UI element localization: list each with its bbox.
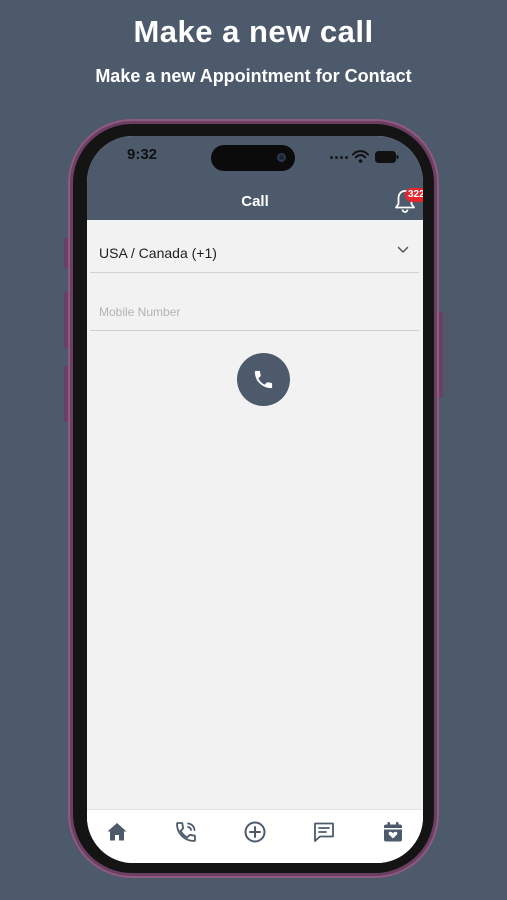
phone-call-icon	[176, 822, 196, 842]
tab-messages[interactable]	[309, 818, 339, 846]
status-time: 9:32	[127, 146, 158, 163]
country-code-value: USA / Canada (+1)	[99, 245, 217, 261]
tab-home[interactable]	[102, 818, 132, 846]
bottom-tab-bar	[87, 809, 423, 863]
dynamic-island	[211, 145, 295, 171]
promo-subheadline: Make a new Appointment for Contact	[95, 66, 412, 86]
chevron-down-icon	[397, 246, 409, 253]
tab-add[interactable]	[240, 818, 270, 846]
tab-appointments[interactable]	[378, 818, 408, 846]
camera-icon	[277, 153, 286, 162]
wifi-icon	[352, 150, 369, 163]
call-button[interactable]	[237, 353, 290, 406]
phone-screen: 9:32 Call 322 USA / Canada (+1) Mobile N…	[87, 136, 423, 863]
phone-side-button	[64, 238, 68, 268]
page-title: Call	[241, 193, 269, 210]
notification-badge: 322	[405, 188, 423, 202]
promo-headline: Make a new call	[133, 14, 374, 49]
phone-icon	[254, 370, 273, 389]
country-code-select[interactable]: USA / Canada (+1)	[90, 232, 419, 273]
promo-page: Make a new call Make a new Appointment f…	[0, 0, 507, 900]
phone-power-button	[439, 312, 443, 398]
add-circle-icon	[244, 821, 266, 843]
phone-volume-up-button	[64, 292, 68, 348]
tab-calls[interactable]	[171, 818, 201, 846]
message-icon	[314, 822, 334, 842]
calendar-heart-icon	[384, 822, 402, 842]
mobile-number-field	[90, 294, 419, 331]
status-icons	[330, 150, 400, 164]
home-icon	[107, 823, 127, 841]
app-header: 9:32 Call 322	[87, 136, 423, 220]
phone-volume-down-button	[64, 366, 68, 422]
battery-icon	[375, 151, 399, 163]
mobile-number-input[interactable]	[90, 294, 419, 330]
